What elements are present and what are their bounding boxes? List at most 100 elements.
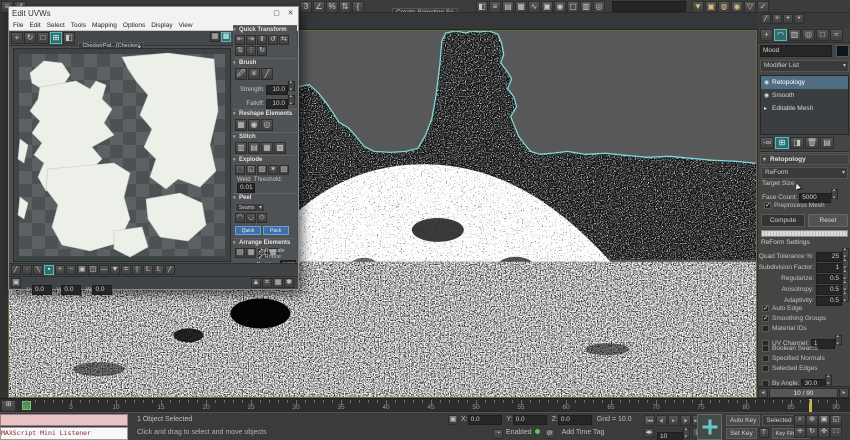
- rollout-arrange[interactable]: Arrange Elements: [233, 238, 297, 247]
- expand-arrow-icon[interactable]: ▸: [764, 103, 772, 116]
- rollout-explode[interactable]: Explode: [233, 155, 297, 164]
- align-vertical-icon[interactable]: ⇥: [246, 35, 256, 45]
- grow-selection-icon[interactable]: +: [55, 265, 65, 275]
- make-unique-icon[interactable]: ◨: [790, 137, 804, 149]
- smoothing-groups-checkbox[interactable]: [762, 315, 769, 322]
- scale-icon[interactable]: □: [37, 32, 49, 44]
- menu-tools[interactable]: Tools: [71, 20, 86, 31]
- set-key-button[interactable]: Set Key: [726, 428, 757, 439]
- next-frame-icon[interactable]: |▸: [680, 415, 691, 426]
- tab-motion[interactable]: ◎: [802, 29, 815, 41]
- align-horizontal-icon[interactable]: ⇤: [235, 35, 245, 45]
- pack-button[interactable]: Pack: [263, 226, 289, 235]
- relax-icon[interactable]: ◉: [248, 119, 260, 131]
- specified-normals-checkbox[interactable]: [762, 355, 769, 362]
- schematic-view-icon[interactable]: ▣: [541, 1, 553, 13]
- time-slider-handle[interactable]: 10 / 90: [769, 388, 838, 398]
- angle-snap-icon[interactable]: ∠: [313, 1, 325, 13]
- auto-edge-checkbox[interactable]: [762, 305, 769, 312]
- grid-snap-icon[interactable]: ▦: [273, 278, 283, 288]
- space-h-icon[interactable]: ⇆: [279, 35, 289, 45]
- orbit-icon[interactable]: ↻: [806, 427, 818, 438]
- mute-icon[interactable]: ◧: [476, 1, 488, 13]
- v-field[interactable]: 0.0: [61, 285, 81, 295]
- tab-hierarchy[interactable]: ▥: [788, 29, 801, 41]
- align-left-icon[interactable]: ⫴: [257, 35, 267, 45]
- shrink-selection-icon[interactable]: −: [66, 265, 76, 275]
- options-gear-icon[interactable]: ✱: [284, 278, 294, 288]
- rotate-90ccw-icon[interactable]: ↺: [268, 35, 278, 45]
- face-mode-icon[interactable]: ▪: [44, 265, 54, 275]
- paint-move-icon[interactable]: 🖉: [235, 68, 247, 80]
- walkthrough-icon[interactable]: ✜: [818, 427, 830, 438]
- zoom-all-icon[interactable]: ⊕: [806, 415, 818, 426]
- snap-uv-icon[interactable]: ⌗: [262, 278, 272, 288]
- stitch-target-icon[interactable]: ▩: [274, 142, 286, 154]
- isolate-toggle-icon[interactable]: ⊘: [545, 429, 555, 439]
- space-v-icon[interactable]: ⇅: [235, 46, 245, 56]
- zoom-region-icon[interactable]: ◱: [830, 415, 842, 426]
- render-setup-icon[interactable]: ▢: [567, 1, 579, 13]
- dot-icon[interactable]: •: [783, 14, 793, 24]
- retopology-rollout-header[interactable]: Retopology: [760, 154, 849, 165]
- tab-display[interactable]: □: [816, 29, 829, 41]
- curve-editor-icon[interactable]: ∿: [528, 1, 540, 13]
- rollout-stitch[interactable]: Stitch: [233, 132, 297, 141]
- create-key-button[interactable]: [697, 414, 722, 440]
- auto-key-button[interactable]: Auto Key: [726, 415, 760, 426]
- compute-button[interactable]: Compute: [761, 214, 805, 227]
- frame-spinner[interactable]: [683, 428, 690, 438]
- render-last-icon[interactable]: ◉: [731, 1, 743, 13]
- check-value-spinner[interactable]: [835, 335, 842, 345]
- modifier-list-dropdown[interactable]: Modifier List: [760, 60, 849, 72]
- w-field[interactable]: 0.0: [92, 285, 112, 295]
- object-name-field[interactable]: Mood: [760, 45, 832, 57]
- edit-uvws-window[interactable]: Edit UVWs ▢ ✕ FileEditSelectToolsMapping…: [8, 6, 299, 290]
- edge-mode-icon[interactable]: ╲: [33, 265, 43, 275]
- preprocess-checkbox[interactable]: [764, 202, 771, 209]
- menu-display[interactable]: Display: [151, 20, 172, 31]
- stack-item-smooth[interactable]: ◉Smooth: [761, 89, 848, 102]
- threshold-field[interactable]: 0.01: [237, 183, 255, 193]
- pipe1-icon[interactable]: |: [132, 265, 142, 275]
- edit-seams-icon[interactable]: ◠: [235, 213, 245, 223]
- boolean-seams-checkbox[interactable]: [762, 345, 769, 352]
- falloff-field[interactable]: 10.0: [266, 99, 288, 109]
- rotate-checkbox[interactable]: [257, 254, 262, 259]
- flatten-mapping-icon[interactable]: ▨: [257, 165, 267, 175]
- go-to-start-icon[interactable]: |◂◂: [644, 415, 655, 426]
- move-icon[interactable]: +: [11, 32, 23, 44]
- point-to-point-icon[interactable]: ◡: [246, 213, 256, 223]
- reform-dropdown[interactable]: ReForm: [761, 167, 848, 179]
- menu-edit[interactable]: Edit: [29, 20, 40, 31]
- select-by-edge-icon[interactable]: —: [99, 265, 109, 275]
- distribute-icon[interactable]: ⋮: [246, 46, 256, 56]
- stitch-source-icon[interactable]: ▤: [248, 142, 260, 154]
- u-field[interactable]: 0.0: [32, 285, 52, 295]
- menu-view[interactable]: View: [179, 20, 193, 31]
- scene-explorer-icon[interactable]: ≡: [489, 1, 501, 13]
- select-matid-icon[interactable]: =: [121, 265, 131, 275]
- check-value-field[interactable]: 30.0: [801, 379, 825, 386]
- maximize-viewport-icon[interactable]: ⛶: [830, 427, 842, 438]
- flatten-smoothing-icon[interactable]: ◱: [246, 165, 256, 175]
- dot2-icon[interactable]: •: [794, 14, 804, 24]
- strength-field[interactable]: 10.0: [266, 85, 288, 95]
- activeshade-icon[interactable]: ◍: [718, 1, 730, 13]
- mini-curve-editor-icon[interactable]: ⊞: [1, 400, 16, 412]
- stack-item-retopology[interactable]: ◉Retopology: [761, 76, 848, 89]
- stitch-average-icon[interactable]: ▦: [261, 142, 273, 154]
- tab-modify[interactable]: ◠: [774, 29, 787, 41]
- pin-stack-icon[interactable]: -∞: [760, 137, 774, 149]
- render-production-icon[interactable]: ▼: [692, 1, 704, 13]
- soft-selection-icon[interactable]: ╱: [11, 265, 21, 275]
- rollout-quick-transform[interactable]: Quick Transform: [233, 25, 297, 34]
- edit-named-selections-icon[interactable]: {: [352, 1, 364, 13]
- pan-icon[interactable]: ✛: [794, 427, 806, 438]
- check-value-spinner[interactable]: [825, 375, 832, 385]
- explode-faces-icon[interactable]: ✶: [268, 165, 278, 175]
- menu-file[interactable]: File: [13, 20, 23, 31]
- zoom-icon[interactable]: ⌕: [794, 415, 806, 426]
- stack-item-editable-mesh[interactable]: ▸Editable Mesh: [761, 102, 848, 115]
- freeform-icon[interactable]: ⊞: [50, 32, 62, 44]
